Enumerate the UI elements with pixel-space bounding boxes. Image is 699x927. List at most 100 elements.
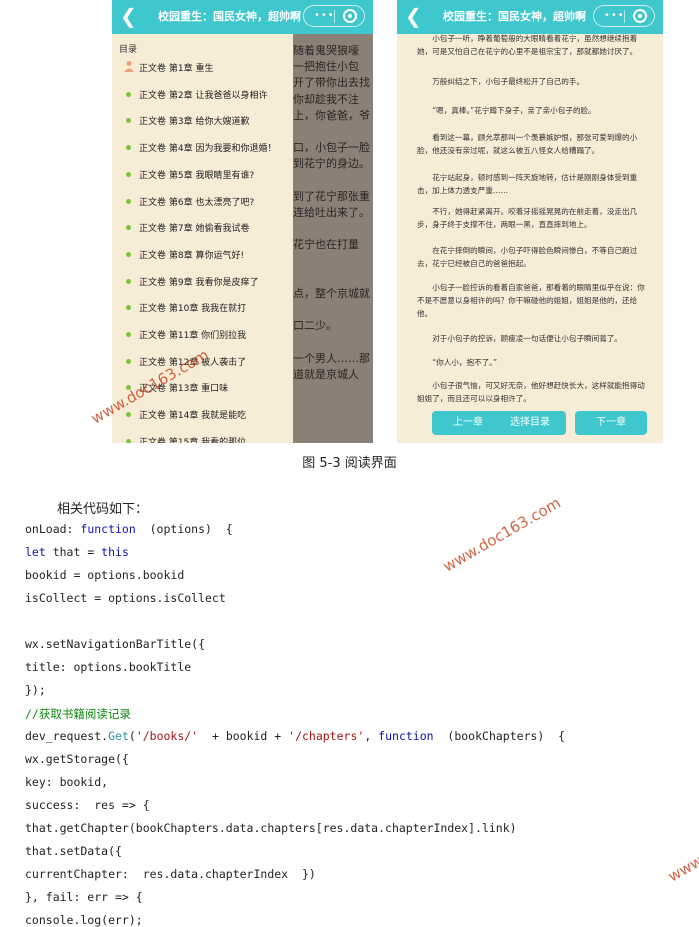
chapter-paragraph: 小包子很气恼，可又好无奈，他好想赶快长大，这样就能抱得动姐姐了，而且还可以以身相…	[417, 381, 645, 403]
toc-item[interactable]: 正文卷 第9章 我看你是皮痒了	[112, 273, 293, 293]
background-text-line: 上，你爸爸，爷	[293, 108, 370, 122]
code-line: console.log(err);	[25, 913, 143, 927]
code-line: wx.getStorage({	[25, 752, 129, 766]
toc-item[interactable]: 正文卷 第4章 因为我要和你退婚！	[112, 139, 293, 159]
toc-item[interactable]: 正文卷 第10章 我我在就打	[112, 299, 293, 319]
reading-person-icon	[123, 60, 135, 72]
chapter-bullet-icon	[126, 438, 131, 443]
chapter-paragraph: 小包子一听，睁着葡萄般的大眼睛看着花宁，虽然想继续抱着她，可是又怕自己在花宁的心…	[417, 34, 638, 56]
code-comment: //获取书籍阅读记录	[25, 707, 131, 721]
toc-item[interactable]: 正文卷 第3章 给你大嫂道歉	[112, 112, 293, 132]
capsule-divider	[334, 10, 335, 23]
background-text-line: 到了花宁那张重	[293, 189, 370, 203]
code-line: let that = this	[25, 545, 129, 559]
nav-bar: ❮ 校园重生：国民女神，超帅啊 •••	[112, 0, 373, 34]
toc-item-label: 正文卷 第4章 因为我要和你退婚！	[139, 144, 277, 155]
nav-title: 校园重生：国民女神，超帅啊	[443, 10, 586, 23]
chapter-paragraph: 看到这一幕，顾允萃那叫一个羡慕嫉妒恨，那张可爱到爆的小脸，他还没有亲过呢，就这么…	[417, 133, 638, 155]
code-line: that.getChapter(bookChapters.data.chapte…	[25, 821, 517, 835]
code-line: bookid = options.bookid	[25, 568, 185, 582]
intro-text: 相关代码如下：	[57, 502, 149, 517]
background-text-line: 口二少。	[293, 319, 337, 333]
chapter-paragraph: 万般纠结之下，小包子最终松开了自己的手。	[432, 77, 585, 86]
toc-item-label: 正文卷 第7章 她偷看我试卷	[139, 224, 250, 235]
toc-item[interactable]: 正文卷 第14章 我就是能吃	[112, 406, 293, 426]
toc-item-label: 正文卷 第11章 你们别拉我	[139, 331, 247, 341]
toc-heading: 目录	[119, 45, 138, 55]
capsule-divider	[624, 10, 625, 23]
more-icon[interactable]: •••	[604, 9, 625, 23]
chapter-bullet-icon	[126, 412, 131, 418]
toc-item[interactable]: 正文卷 第8章 算你运气好!	[112, 246, 293, 266]
chapter-bullet-icon	[126, 91, 131, 97]
back-icon[interactable]: ❮	[120, 5, 137, 27]
code-line: });	[25, 683, 46, 697]
dimmed-reading-text[interactable]: 随着鬼哭狼嚎 一把抱住小包 开了带你出去找 你却趁我不注 上，你爸爸，爷 口，小包子一脸到…	[293, 34, 373, 443]
code-line: title: options.bookTitle	[25, 660, 192, 674]
chapter-paragraph: 小包子一脸控诉的看着自家爸爸，那看着的眼睛里似乎在说：你不是不愿意以身相许的吗？…	[417, 283, 645, 318]
miniprogram-capsule[interactable]: •••	[593, 5, 655, 27]
toc-item[interactable]: 正文卷 第2章 让我爸爸以身相许	[112, 86, 293, 106]
code-line: dev_request.Get('/books/' + bookid + '/c…	[25, 729, 566, 743]
code-line: that.setData({	[25, 844, 122, 858]
watermark: www.doc163.com	[665, 803, 699, 886]
select-toc-button[interactable]: 选择目录	[494, 411, 566, 435]
background-text-line: 道就是京城人	[293, 368, 359, 381]
nav-title: 校园重生：国民女神，超帅啊	[158, 10, 301, 23]
chapter-bullet-icon	[126, 198, 131, 204]
chapter-bullet-icon	[126, 332, 131, 337]
background-text-line: 连给吐出来了。	[293, 206, 370, 219]
background-text-line: 口，小包子一脸	[293, 141, 370, 155]
close-target-icon[interactable]	[343, 9, 357, 23]
background-text-line: 你却趁我不注	[293, 92, 359, 106]
back-icon[interactable]: ❮	[405, 5, 422, 27]
chapter-paragraph: 在花宁摔倒的瞬间，小包子吓得脸色瞬间惨白，不等自己跑过去，花宁已经被自己的爸爸抱…	[417, 246, 638, 268]
code-line: wx.setNavigationBarTitle({	[25, 637, 206, 651]
chapter-bullet-icon	[126, 251, 131, 257]
next-chapter-button[interactable]: 下一章	[575, 411, 647, 435]
chapter-bullet-icon	[126, 145, 131, 151]
more-icon[interactable]: •••	[314, 9, 335, 23]
reader-screenshot: ❮ 校园重生：国民女神，超帅啊 ••• 小包子一听，睁着葡萄般的大眼睛看着花宁，…	[397, 0, 663, 443]
toc-item-label: 正文卷 第14章 我就是能吃	[139, 411, 247, 422]
toc-item-label: 正文卷 第6章 也太漂亮了吧?	[139, 197, 255, 208]
background-text-line: 到花宁的身边。	[293, 157, 370, 171]
chapter-paragraph: 不行，她得赶紧离开。咬着牙摇摇晃晃的在前走着，没走出几步，身子终于支撑不住，两眼…	[417, 207, 638, 229]
toc-item-label: 正文卷 第3章 给你大嫂道歉	[139, 117, 250, 128]
toc-item[interactable]: 正文卷 第6章 也太漂亮了吧?	[112, 193, 293, 213]
chapter-bullet-icon	[126, 118, 131, 124]
background-text-line: 随着鬼哭狼嚎	[293, 44, 359, 57]
nav-bar: ❮ 校园重生：国民女神，超帅啊 •••	[397, 0, 663, 34]
code-line: key: bookid,	[25, 775, 109, 789]
toc-item[interactable]: 正文卷 第1章 重生	[112, 59, 293, 79]
code-line: success: res => {	[25, 798, 150, 812]
background-text-line: 花宁也在打量	[293, 238, 359, 252]
code-line: isCollect = options.isCollect	[25, 591, 226, 605]
chapter-bullet-icon	[126, 225, 131, 231]
chapter-bullet-icon	[126, 358, 131, 364]
background-text-line: 一个男人……那	[293, 351, 370, 365]
toc-item-label: 正文卷 第9章 我看你是皮痒了	[139, 277, 259, 288]
background-text-line: 一把抱住小包	[293, 60, 359, 74]
chapter-paragraph: “你人小，抱不了。”	[432, 358, 498, 367]
toc-item-label: 正文卷 第15章 我看的那位	[139, 437, 247, 443]
chapter-bullet-icon	[126, 171, 131, 177]
toc-item-label: 正文卷 第2章 让我爸爸以身相许	[139, 90, 268, 101]
figure-caption: 图 5-3 阅读界面	[302, 456, 397, 471]
chapter-bullet-icon	[126, 278, 131, 284]
toc-item-label: 正文卷 第1章 重生	[139, 64, 214, 74]
toc-item-label: 正文卷 第8章 算你运气好!	[139, 250, 245, 261]
code-line: currentChapter: res.data.chapterIndex })	[25, 867, 316, 881]
toc-item-label: 正文卷 第5章 我眼睛里有谁?	[139, 170, 255, 181]
background-text-line: 开了带你出去找	[293, 76, 370, 90]
toc-item[interactable]: 正文卷 第5章 我眼睛里有谁?	[112, 166, 293, 186]
toc-item[interactable]: 正文卷 第7章 她偷看我试卷	[112, 219, 293, 239]
background-text-line: 点，整个京城就	[293, 287, 370, 300]
code-line: onLoad: function (options) {	[25, 522, 233, 536]
toc-item[interactable]: 正文卷 第15章 我看的那位	[112, 433, 293, 443]
close-target-icon[interactable]	[633, 9, 647, 23]
toc-item-label: 正文卷 第10章 我我在就打	[139, 304, 247, 315]
chapter-paragraph: 对于小包子的控诉，顾瘦凌一句话便让小包子瞬间蔫了。	[432, 334, 623, 343]
toc-item[interactable]: 正文卷 第11章 你们别拉我	[112, 326, 293, 346]
miniprogram-capsule[interactable]: •••	[303, 5, 365, 27]
